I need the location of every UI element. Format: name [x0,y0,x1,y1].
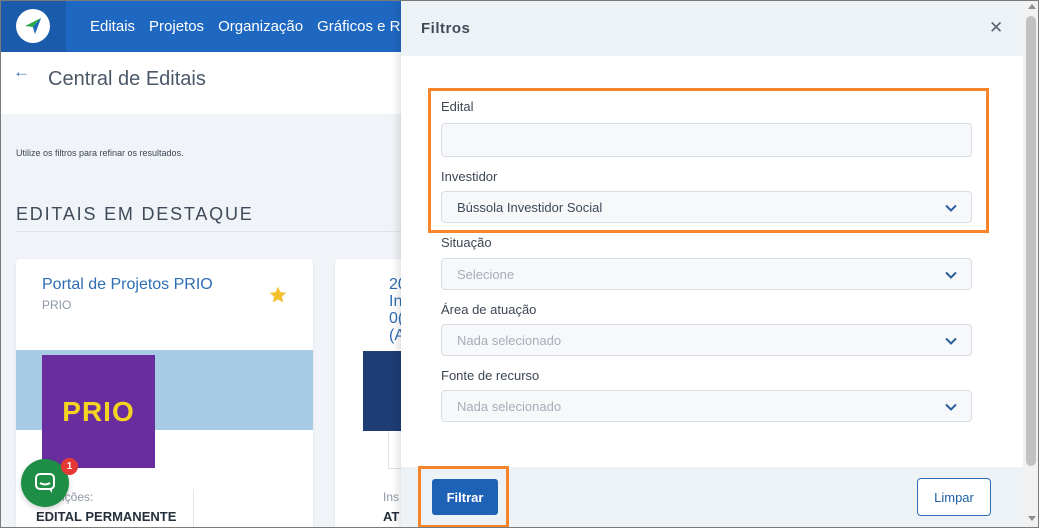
chevron-down-icon [945,403,957,411]
arrow-left-icon[interactable]: ← [13,62,30,82]
card-logo [363,351,403,431]
fonte-label: Fonte de recurso [441,368,540,383]
highlight-box [428,88,989,233]
inscricoes-value: EDITAL PERMANENTE [36,509,177,524]
filter-hint: Utilize os filtros para refinar os resul… [16,148,184,158]
situacao-placeholder: Selecione [457,267,515,282]
app-logo[interactable] [0,0,66,52]
card-subtitle: PRIO [42,298,72,312]
scrollbar[interactable] [1023,0,1039,528]
scroll-up-icon[interactable] [1028,4,1036,9]
page-title: Central de Editais [48,68,206,90]
star-icon[interactable] [268,285,288,305]
section-divider [16,231,406,232]
card-title[interactable]: Portal de Projetos PRIO [42,276,213,294]
scroll-thumb[interactable] [1026,16,1036,466]
drawer-title: Filtros [421,20,471,37]
chevron-down-icon [945,337,957,345]
logo-icon [16,9,50,43]
fonte-placeholder: Nada selecionado [457,399,562,414]
nav-item-projetos[interactable]: Projetos [149,18,204,35]
section-title: EDITAIS EM DESTAQUE [16,204,254,224]
inscricoes-value: AT [383,509,400,524]
chat-icon [35,473,55,493]
area-placeholder: Nada selecionado [457,333,562,348]
filtrar-button[interactable]: Filtrar [432,479,498,515]
nav-item-organizacao[interactable]: Organização [218,18,303,35]
area-select[interactable]: Nada selecionado [441,324,972,356]
close-icon[interactable]: ✕ [989,18,1003,38]
inscricoes-label: Ins [383,490,400,504]
situacao-label: Situação [441,235,492,250]
nav-item-graficos[interactable]: Gráficos e Rel [317,18,412,35]
card-divider [193,489,194,528]
limpar-button[interactable]: Limpar [917,478,991,516]
situacao-select[interactable]: Selecione [441,258,972,290]
edital-card[interactable]: 20 In 0( (A Ins AT [335,259,405,528]
chevron-down-icon [945,271,957,279]
nav-item-editais[interactable]: Editais [90,18,135,35]
filter-drawer: Filtros ✕ Edital Investidor Bússola Inve… [401,0,1023,528]
prio-logo: PRIO [42,355,155,468]
chat-notification-badge: 1 [61,458,78,475]
drawer-header: Filtros ✕ [401,0,1023,56]
scroll-down-icon[interactable] [1028,516,1036,521]
fonte-select[interactable]: Nada selecionado [441,390,972,422]
area-label: Área de atuação [441,302,537,317]
